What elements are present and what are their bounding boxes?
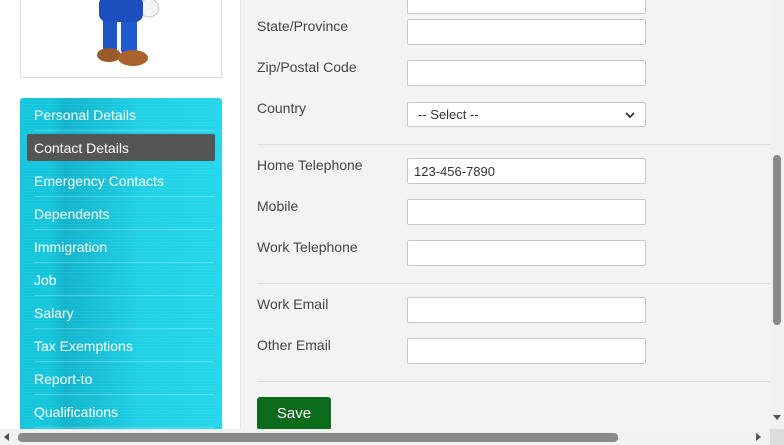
chevron-down-icon bbox=[625, 111, 635, 118]
left-column: Personal Details Contact Details Emergen… bbox=[0, 0, 240, 429]
country-select[interactable]: -- Select -- bbox=[407, 102, 646, 127]
sidebar-item-dependents[interactable]: Dependents bbox=[20, 197, 222, 230]
save-button[interactable]: Save bbox=[257, 397, 331, 430]
scrollbar-corner bbox=[770, 429, 784, 445]
scroll-left-arrow-icon[interactable] bbox=[4, 433, 9, 441]
city-field[interactable] bbox=[407, 0, 646, 14]
section-divider bbox=[257, 144, 771, 145]
sidebar-item-job[interactable]: Job bbox=[20, 263, 222, 296]
sidebar-item-report-to[interactable]: Report-to bbox=[20, 362, 222, 395]
sidebar-item-immigration[interactable]: Immigration bbox=[20, 230, 222, 263]
zip-field[interactable] bbox=[407, 60, 646, 86]
state-field[interactable] bbox=[407, 19, 646, 45]
zip-label: Zip/Postal Code bbox=[257, 59, 357, 75]
other-email-label: Other Email bbox=[257, 337, 331, 353]
home-telephone-field[interactable]: 123-456-7890 bbox=[407, 158, 646, 184]
work-telephone-field[interactable] bbox=[407, 240, 646, 266]
work-telephone-label: Work Telephone bbox=[257, 239, 358, 255]
sidebar-item-qualifications[interactable]: Qualifications bbox=[20, 395, 222, 428]
sidebar-item-contact-details[interactable]: Contact Details bbox=[27, 134, 215, 161]
home-telephone-label: Home Telephone bbox=[257, 157, 363, 173]
sidebar-item-emergency-contacts[interactable]: Emergency Contacts bbox=[20, 164, 222, 197]
section-divider bbox=[257, 381, 771, 382]
sidebar-item-salary[interactable]: Salary bbox=[20, 296, 222, 329]
profile-sidebar-nav: Personal Details Contact Details Emergen… bbox=[20, 98, 222, 429]
scroll-right-arrow-icon[interactable] bbox=[756, 433, 761, 441]
horizontal-scrollbar[interactable] bbox=[0, 429, 784, 445]
scroll-down-arrow-icon[interactable] bbox=[773, 415, 781, 420]
sidebar-item-personal-details[interactable]: Personal Details bbox=[20, 98, 222, 131]
country-selected-value: -- Select -- bbox=[418, 107, 479, 122]
other-email-field[interactable] bbox=[407, 338, 646, 364]
mobile-label: Mobile bbox=[257, 198, 299, 214]
sidebar-item-tax-exemptions[interactable]: Tax Exemptions bbox=[20, 329, 222, 362]
work-email-label: Work Email bbox=[257, 296, 329, 312]
state-label: State/Province bbox=[257, 18, 349, 34]
contact-details-form: State/Province Zip/Postal Code Country -… bbox=[240, 0, 771, 430]
work-email-field[interactable] bbox=[407, 297, 646, 323]
vertical-scroll-thumb[interactable] bbox=[773, 155, 781, 325]
profile-picture[interactable] bbox=[20, 0, 222, 78]
section-divider bbox=[257, 283, 771, 284]
vertical-scrollbar[interactable] bbox=[770, 0, 784, 429]
country-label: Country bbox=[257, 100, 307, 116]
avatar-mascot-image bbox=[97, 0, 160, 66]
mobile-field[interactable] bbox=[407, 199, 646, 225]
horizontal-scroll-thumb[interactable] bbox=[18, 433, 618, 442]
